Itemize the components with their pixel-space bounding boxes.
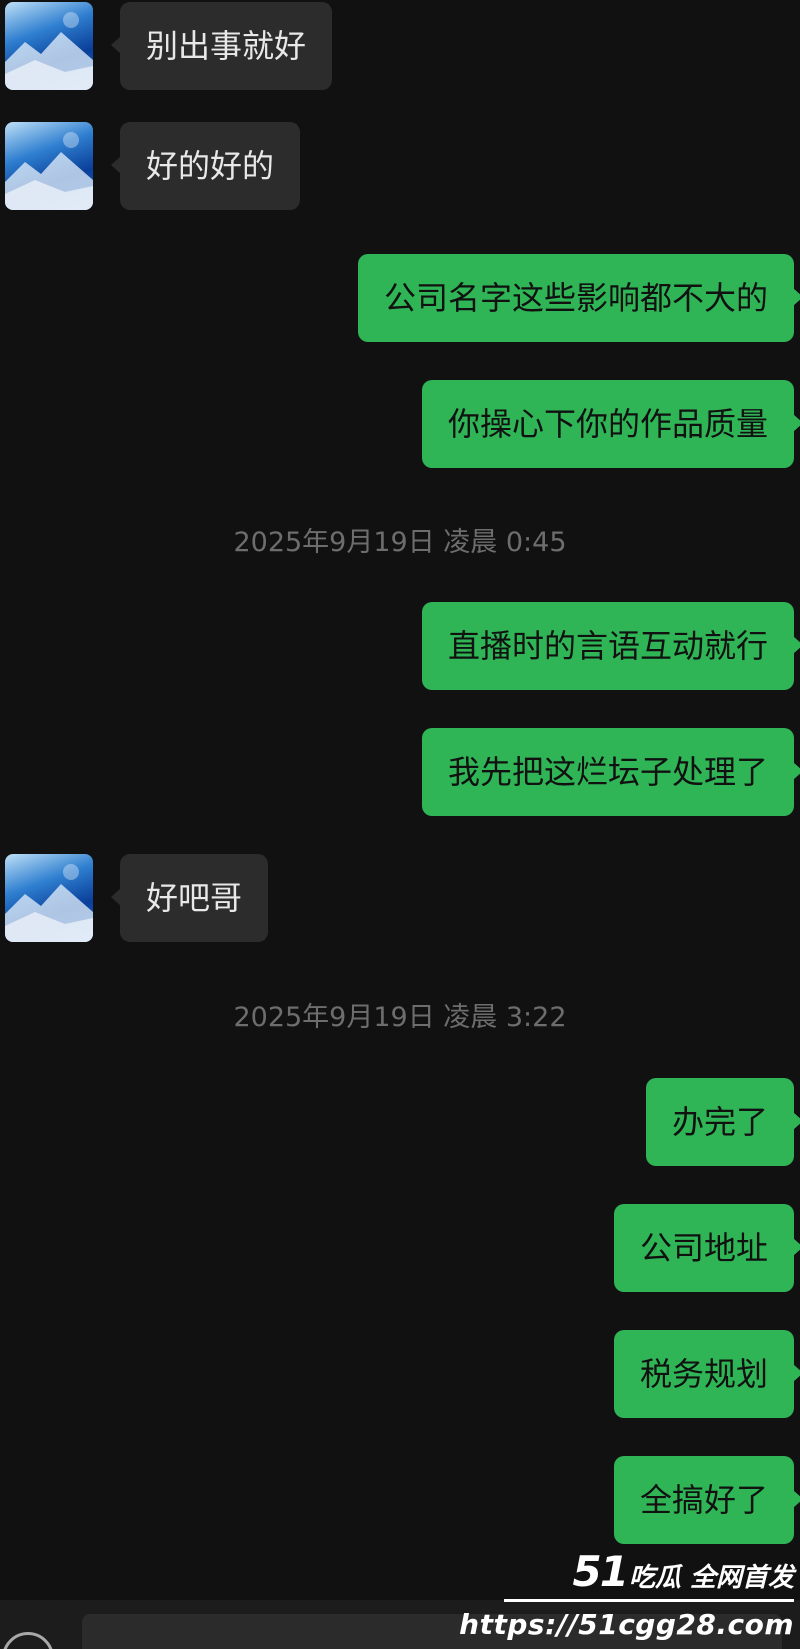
watermark-logo-text: 吃瓜 全网首发 [628, 1563, 794, 1593]
message-row: 好吧哥 [0, 854, 800, 942]
avatar-image-icon [5, 12, 93, 90]
message-row: 公司名字这些影响都不大的 [0, 254, 800, 342]
message-row: 全搞好了 [0, 1456, 800, 1544]
watermark-url: https://51cgg28.com [459, 1608, 794, 1641]
watermark-logo-number: 51 [572, 1547, 628, 1596]
outgoing-message-bubble[interactable]: 办完了 [645, 1078, 800, 1166]
chat-screen: 别出事就好 好的好的 公司名字这些影响都不大的 你操心下你的作品质量 2025年… [0, 0, 800, 1649]
contact-avatar[interactable] [5, 122, 93, 210]
outgoing-message-bubble[interactable]: 税务规划 [613, 1330, 800, 1418]
contact-avatar[interactable] [5, 2, 93, 90]
voice-icon[interactable] [2, 1632, 54, 1649]
message-row: 办完了 [0, 1078, 800, 1166]
message-row: 你操心下你的作品质量 [0, 380, 800, 468]
contact-avatar[interactable] [5, 854, 93, 942]
message-row: 别出事就好 [0, 2, 800, 90]
watermark-logo: 51吃瓜 全网首发 [572, 1551, 794, 1594]
watermark: 51吃瓜 全网首发 https://51cgg28.com [459, 1550, 794, 1649]
chat-timestamp: 2025年9月19日 凌晨 0:45 [233, 527, 567, 558]
message-row: 公司地址 [0, 1204, 800, 1292]
chat-timestamp: 2025年9月19日 凌晨 3:22 [233, 1002, 567, 1033]
avatar-image-icon [5, 132, 93, 210]
outgoing-message-bubble[interactable]: 直播时的言语互动就行 [421, 602, 800, 690]
incoming-message-bubble[interactable]: 好的好的 [110, 122, 301, 210]
incoming-message-bubble[interactable]: 别出事就好 [110, 2, 333, 90]
outgoing-message-bubble[interactable]: 你操心下你的作品质量 [421, 380, 800, 468]
message-row: 好的好的 [0, 122, 800, 210]
avatar-image-icon [5, 864, 93, 942]
outgoing-message-bubble[interactable]: 公司地址 [613, 1204, 800, 1292]
outgoing-message-bubble[interactable]: 公司名字这些影响都不大的 [357, 254, 800, 342]
message-row: 我先把这烂坛子处理了 [0, 728, 800, 816]
watermark-divider [504, 1599, 794, 1602]
incoming-message-bubble[interactable]: 好吧哥 [110, 854, 269, 942]
message-row: 税务规划 [0, 1330, 800, 1418]
outgoing-message-bubble[interactable]: 我先把这烂坛子处理了 [421, 728, 800, 816]
outgoing-message-bubble[interactable]: 全搞好了 [613, 1456, 800, 1544]
message-row: 直播时的言语互动就行 [0, 602, 800, 690]
